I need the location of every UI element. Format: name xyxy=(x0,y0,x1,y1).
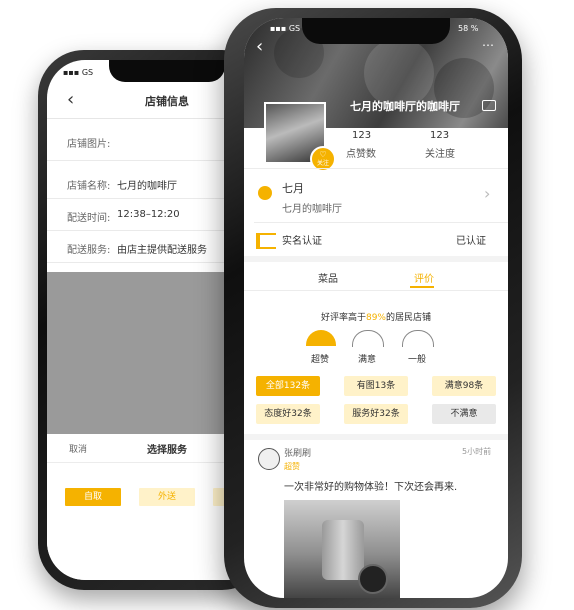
tab-dishes[interactable]: 菜品 xyxy=(318,270,338,285)
id-card-icon xyxy=(256,233,276,249)
tab-indicator xyxy=(410,286,434,288)
chevron-right-icon: › xyxy=(484,184,491,203)
filter-chip[interactable]: 全部132条 xyxy=(256,376,320,396)
signal-icon: ▪▪▪ xyxy=(270,24,287,33)
verify-label: 实名认证 xyxy=(282,236,322,247)
heart-icon: ♡ xyxy=(319,150,327,159)
camera-icon[interactable] xyxy=(482,100,496,111)
owner-shop-name: 七月的咖啡厅 xyxy=(282,204,342,215)
row-value: 12:38–12:20 xyxy=(117,209,180,220)
reviewer-badge: 超赞 xyxy=(284,462,300,471)
filter-chip[interactable]: 不满意 xyxy=(432,404,496,424)
face-label: 一般 xyxy=(408,355,427,365)
more-icon[interactable]: ⋯ xyxy=(482,38,494,52)
filter-chip[interactable]: 服务好32条 xyxy=(344,404,408,424)
reviewer-name: 张刷刷 xyxy=(284,449,312,459)
back-arrow-icon[interactable]: ‹ xyxy=(256,36,263,57)
back-status-bar: ▪▪▪ GS xyxy=(63,68,93,77)
verification-row: 实名认证 已认证 xyxy=(244,224,508,256)
verify-status: 已认证 xyxy=(456,236,486,247)
delivery-option-button[interactable]: 外送 xyxy=(139,488,195,506)
back-notch xyxy=(109,60,225,82)
row-value: 由店主提供配送服务 xyxy=(117,245,207,256)
owner-row[interactable]: 七月 七月的咖啡厅 › xyxy=(244,170,508,222)
reviewer-avatar[interactable] xyxy=(258,448,280,470)
likes-label: 点赞数 xyxy=(346,149,376,160)
rating-percent: 89% xyxy=(365,313,386,323)
owner-name: 七月 xyxy=(282,182,304,195)
row-label: 店铺名称: xyxy=(67,181,111,192)
rating-suffix: 的居民店铺 xyxy=(386,313,432,323)
follow-label-text: 关注度 xyxy=(425,149,455,160)
review-time: 5小时前 xyxy=(462,447,492,456)
great-face-icon[interactable] xyxy=(306,330,336,346)
jar-shape xyxy=(322,520,364,580)
filter-chip[interactable]: 态度好32条 xyxy=(256,404,320,424)
face-label: 超赞 xyxy=(311,355,330,365)
row-value: 七月的咖啡厅 xyxy=(117,181,177,192)
carrier-label: GS xyxy=(81,68,94,77)
rating-summary: 好评率高于89%的居民店铺 xyxy=(244,310,508,323)
satisfied-face-icon[interactable] xyxy=(352,330,384,347)
face-label: 满意 xyxy=(358,355,377,365)
battery-label: 58 % xyxy=(458,24,479,33)
shop-name: 七月的咖啡厅的咖啡厅 xyxy=(350,100,460,113)
review-text: 一次非常好的购物体验！下次还会再来. xyxy=(284,482,458,493)
status-battery: 58 % xyxy=(458,24,478,33)
row-label: 店铺图片: xyxy=(67,139,111,150)
follow-label: 关注 xyxy=(316,160,329,167)
likes-count: 123 xyxy=(352,130,372,141)
row-label: 配送服务: xyxy=(67,245,111,256)
rating-prefix: 好评率高于 xyxy=(320,313,366,323)
status-carrier: ▪▪▪ GS xyxy=(270,24,300,33)
row-label: 配送时间: xyxy=(67,213,111,224)
owner-avatar-icon xyxy=(258,186,272,200)
filter-chip[interactable]: 有图13条 xyxy=(344,376,408,396)
follow-count: 123 xyxy=(430,130,450,141)
carrier-label: GS xyxy=(288,24,301,33)
signal-icon: ▪▪▪ xyxy=(63,68,80,77)
average-face-icon[interactable] xyxy=(402,330,434,347)
front-phone-screen: ▪▪▪ GS 58 % ‹ ⋯ 七月的咖啡厅的咖啡厅 ♡ 关注 123 点赞数 … xyxy=(244,18,508,598)
review-photo[interactable] xyxy=(284,500,400,598)
cookie-shape xyxy=(358,564,388,594)
pickup-option-button[interactable]: 自取 xyxy=(65,488,121,506)
filter-chip[interactable]: 满意98条 xyxy=(432,376,496,396)
tab-reviews[interactable]: 评价 xyxy=(414,270,434,285)
front-notch xyxy=(302,18,450,44)
